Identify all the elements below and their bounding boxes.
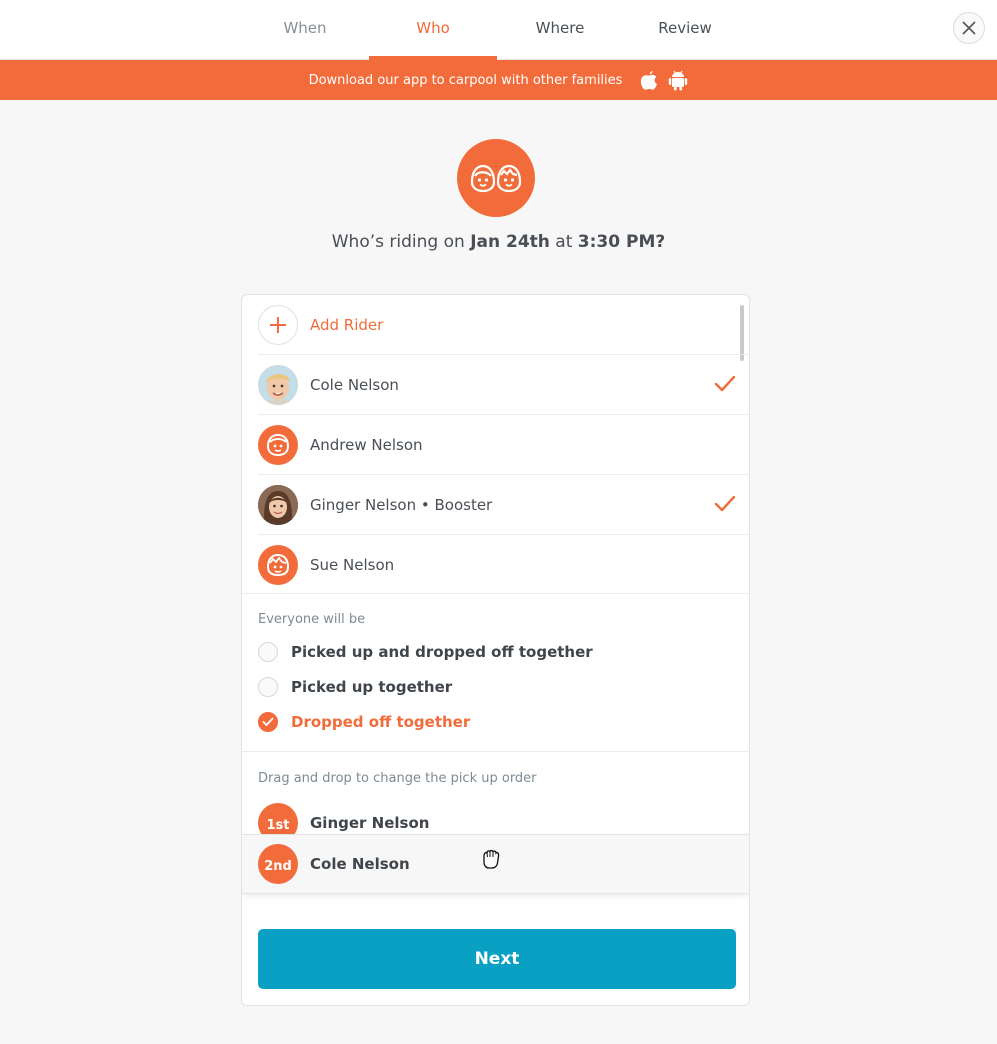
step-navigation: When Who Where Review: [0, 0, 997, 60]
option-dropoff-together[interactable]: Dropped off together: [258, 709, 470, 735]
rider-name: Andrew Nelson: [310, 435, 423, 454]
tab-who[interactable]: Who: [369, 0, 497, 60]
rider-row-andrew[interactable]: Andrew Nelson: [258, 415, 749, 475]
girl-placeholder-icon: [266, 553, 290, 577]
riding-question: Who’s riding on Jan 24th at 3:30 PM?: [0, 232, 997, 252]
section-divider: [242, 751, 749, 752]
add-avatar: [258, 304, 298, 345]
tab-where[interactable]: Where: [525, 0, 595, 60]
tab-when[interactable]: When: [270, 0, 340, 60]
section-divider: [242, 593, 749, 594]
close-button[interactable]: [953, 12, 985, 44]
child-photo-icon: [258, 364, 298, 405]
order-badge: 2nd: [258, 844, 298, 884]
child-photo-icon: [258, 484, 298, 525]
option-label: Picked up and dropped off together: [291, 643, 593, 661]
order-name: Cole Nelson: [310, 855, 410, 873]
boy-placeholder-icon: [266, 433, 290, 456]
check-icon: [714, 375, 736, 392]
app-download-banner: Download our app to carpool with other f…: [0, 60, 997, 100]
add-rider-button[interactable]: Add Rider: [258, 295, 749, 355]
riders-icon: [457, 139, 535, 217]
check-icon: [714, 495, 736, 512]
radio-button-checked[interactable]: [258, 712, 278, 732]
rider-row-sue[interactable]: Sue Nelson: [258, 535, 749, 595]
rider-name: Cole Nelson: [310, 375, 399, 394]
grab-cursor-icon: [483, 849, 500, 869]
plus-icon: [270, 316, 286, 333]
rider-name: Ginger Nelson • Booster: [310, 495, 493, 514]
radio-button[interactable]: [258, 677, 278, 697]
next-button[interactable]: Next: [258, 929, 736, 989]
order-name: Ginger Nelson: [310, 814, 430, 832]
check-icon: [262, 717, 274, 726]
avatar: [258, 364, 298, 405]
option-label: Picked up together: [291, 678, 453, 696]
rider-row-ginger[interactable]: Ginger Nelson • Booster: [258, 475, 749, 535]
ride-time: 3:30 PM?: [577, 232, 666, 252]
question-middle: at: [549, 232, 578, 252]
android-icon[interactable]: [668, 69, 688, 91]
rider-row-cole[interactable]: Cole Nelson: [258, 355, 749, 415]
ride-date: Jan 24th: [470, 232, 550, 252]
question-prefix: Who’s riding on: [331, 232, 471, 252]
pickup-order-label: Drag and drop to change the pick up orde…: [258, 771, 537, 786]
option-label: Dropped off together: [291, 713, 471, 731]
apple-icon[interactable]: [640, 70, 658, 91]
tab-review[interactable]: Review: [648, 0, 722, 60]
add-rider-label: Add Rider: [310, 315, 384, 334]
pickup-order-item-dragging[interactable]: 2nd Cole Nelson: [242, 834, 749, 894]
banner-text: Download our app to carpool with other f…: [308, 72, 623, 88]
option-pickup-and-dropoff[interactable]: Picked up and dropped off together: [258, 639, 593, 665]
riders-card: Add Rider Cole Nelson Andrew Nelson Ging…: [241, 294, 750, 1006]
grouping-label: Everyone will be: [258, 612, 366, 627]
rider-name: Sue Nelson: [310, 556, 395, 574]
radio-button[interactable]: [258, 642, 278, 662]
avatar: [258, 424, 298, 465]
close-icon: [962, 21, 976, 35]
avatar: [258, 545, 298, 585]
option-pickup-together[interactable]: Picked up together: [258, 674, 452, 700]
avatar: [258, 484, 298, 525]
